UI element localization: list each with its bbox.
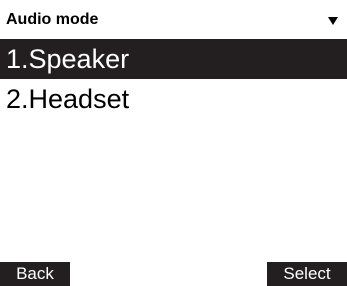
screen-title: Audio mode: [6, 11, 99, 28]
select-softkey[interactable]: Select: [267, 262, 347, 286]
menu-item-speaker[interactable]: 1.Speaker: [0, 39, 347, 79]
title-bar: Audio mode: [0, 0, 347, 38]
phone-screen: Audio mode 1.Speaker 2.Headset Back Sele…: [0, 0, 347, 286]
triangle-down-icon: [328, 17, 338, 25]
audio-mode-menu: 1.Speaker 2.Headset: [0, 39, 347, 119]
menu-item-headset[interactable]: 2.Headset: [0, 79, 347, 119]
back-softkey[interactable]: Back: [0, 262, 70, 286]
